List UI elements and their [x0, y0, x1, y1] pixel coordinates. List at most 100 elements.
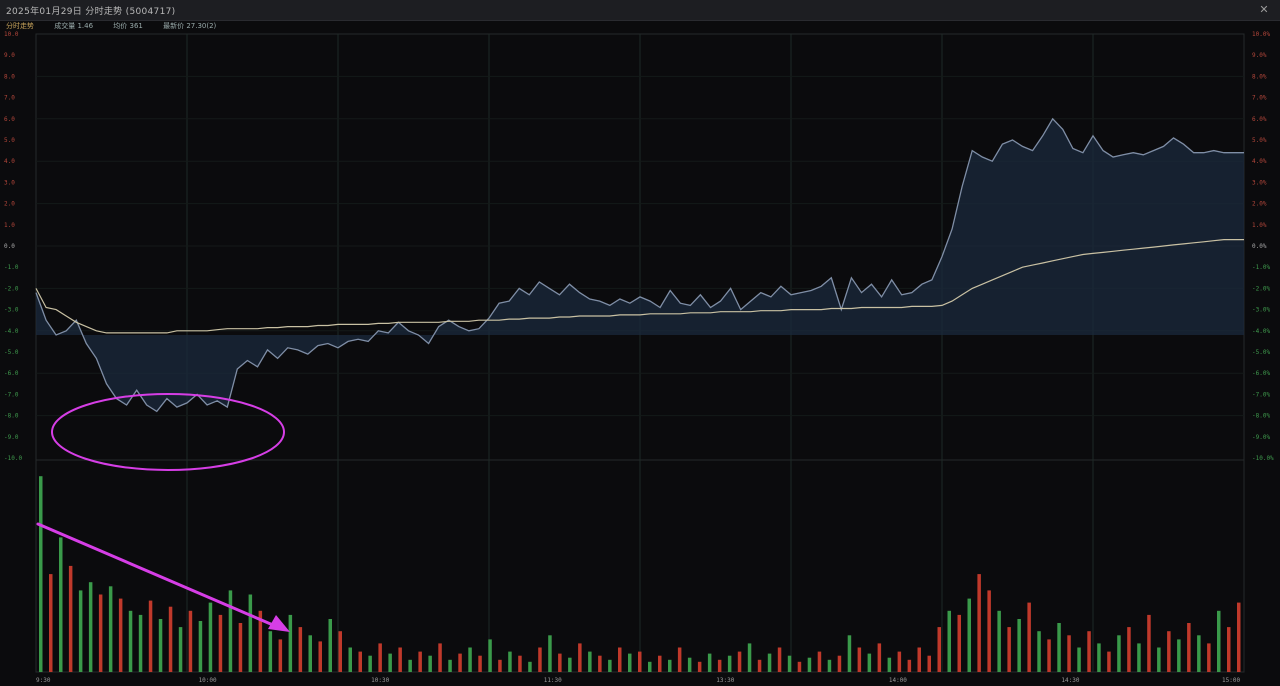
y-tick-label-left: 8.0 — [4, 73, 15, 80]
volume-bar — [697, 661, 702, 672]
volume-bar — [827, 659, 832, 672]
y-tick-label-right: 7.0% — [1252, 95, 1267, 102]
volume-bar — [108, 586, 113, 672]
volume-bar — [877, 643, 882, 672]
y-tick-label-right: -2.0% — [1252, 285, 1270, 292]
volume-bar — [148, 600, 153, 672]
volume-bar — [428, 655, 432, 672]
volume-bar — [358, 651, 362, 672]
volume-bar — [138, 614, 143, 672]
volume-bar — [1057, 623, 1061, 672]
volume-bar — [1087, 631, 1091, 672]
volume-bar — [528, 661, 532, 672]
y-tick-label-right: 9.0% — [1252, 52, 1267, 59]
volume-bar — [628, 653, 632, 672]
volume-bar — [268, 631, 273, 672]
volume-bar — [488, 639, 492, 672]
volume-bar — [118, 598, 123, 672]
volume-bar — [668, 659, 672, 672]
volume-bar — [338, 631, 342, 672]
intraday-chart: 10.0 10.0% 9.0 9.0% 8.0 8.0% 7.0 7.0% 6.0 6.0% 5.0… — [4, 31, 1274, 684]
volume-bar — [1027, 602, 1031, 672]
volume-bar — [907, 659, 912, 672]
volume-bar — [1217, 610, 1221, 672]
volume-bar — [917, 647, 921, 672]
volume-bar — [88, 582, 93, 672]
y-tick-label-right: -1.0% — [1252, 264, 1270, 271]
volume-bar — [717, 659, 722, 672]
volume-bar — [578, 643, 582, 672]
volume-bar — [1197, 635, 1201, 672]
volume-bar — [458, 653, 462, 672]
y-tick-label-right: -8.0% — [1252, 413, 1270, 420]
volume-bar — [987, 590, 991, 672]
y-tick-label-left: 0.0 — [4, 243, 15, 250]
volume-bar — [1047, 639, 1051, 672]
volume-bar — [178, 627, 183, 672]
volume-bar — [398, 647, 402, 672]
volume-bar — [408, 659, 412, 672]
volume-bar — [887, 657, 892, 672]
volume-bar — [448, 659, 452, 672]
volume-bar — [1067, 635, 1071, 672]
volume-bar — [39, 476, 43, 672]
y-tick-label-left: 2.0 — [4, 201, 15, 208]
y-tick-label-left: -4.0 — [4, 328, 19, 335]
volume-bar — [1117, 635, 1121, 672]
x-tick-label: 14:30 — [1061, 677, 1079, 684]
y-tick-label-right: 10.0% — [1252, 31, 1270, 38]
volume-bar — [468, 647, 472, 672]
volume-bar — [198, 621, 203, 672]
volume-bar — [967, 598, 971, 672]
y-tick-label-left: -2.0 — [4, 285, 19, 292]
y-tick-label-right: -3.0% — [1252, 307, 1270, 314]
volume-bar — [98, 594, 103, 672]
volume-bar — [568, 657, 572, 672]
volume-bar — [78, 590, 83, 672]
y-tick-label-right: 2.0% — [1252, 201, 1267, 208]
x-tick-label: 11:30 — [544, 677, 562, 684]
volume-bar — [1137, 643, 1141, 672]
y-tick-label-left: -9.0 — [4, 434, 19, 441]
volume-bar — [1077, 647, 1081, 672]
volume-bar — [677, 647, 682, 672]
y-tick-label-left: 7.0 — [4, 95, 15, 102]
volume-bar — [538, 647, 542, 672]
annotation-ellipse — [51, 393, 285, 471]
volume-bar — [128, 610, 133, 672]
y-tick-label-right: 6.0% — [1252, 116, 1267, 123]
x-tick-label: 10:00 — [199, 677, 217, 684]
volume-bar — [318, 641, 322, 672]
y-tick-label-right: 8.0% — [1252, 73, 1267, 80]
x-tick-label: 14:00 — [889, 677, 907, 684]
volume-bar — [1157, 647, 1161, 672]
y-tick-label-left: 1.0 — [4, 222, 15, 229]
volume-bar — [857, 647, 862, 672]
volume-bar — [218, 614, 223, 672]
volume-bar — [188, 610, 193, 672]
y-tick-label-right: 1.0% — [1252, 222, 1267, 229]
annotation-arrow-head — [268, 615, 290, 632]
volume-bar — [228, 590, 233, 672]
volume-bar — [588, 651, 592, 672]
volume-bar — [238, 623, 243, 672]
annotation-arrow-line — [36, 522, 282, 630]
volume-bar — [737, 651, 742, 672]
volume-bar — [168, 606, 173, 672]
volume-bar — [777, 647, 782, 672]
y-tick-label-left: 10.0 — [4, 31, 19, 38]
volume-bar — [1127, 627, 1131, 672]
x-tick-label: 13:30 — [716, 677, 734, 684]
y-tick-label-right: 3.0% — [1252, 179, 1267, 186]
volume-bar — [308, 635, 312, 672]
volume-bar — [1107, 651, 1111, 672]
volume-bar — [847, 635, 852, 672]
y-tick-label-right: -4.0% — [1252, 328, 1270, 335]
y-tick-label-left: 5.0 — [4, 137, 15, 144]
volume-bar — [498, 659, 502, 672]
volume-bar — [1037, 631, 1041, 672]
y-tick-label-right: -9.0% — [1252, 434, 1270, 441]
volume-bar — [378, 643, 382, 672]
volume-bar — [707, 653, 712, 672]
y-tick-label-right: -6.0% — [1252, 370, 1270, 377]
